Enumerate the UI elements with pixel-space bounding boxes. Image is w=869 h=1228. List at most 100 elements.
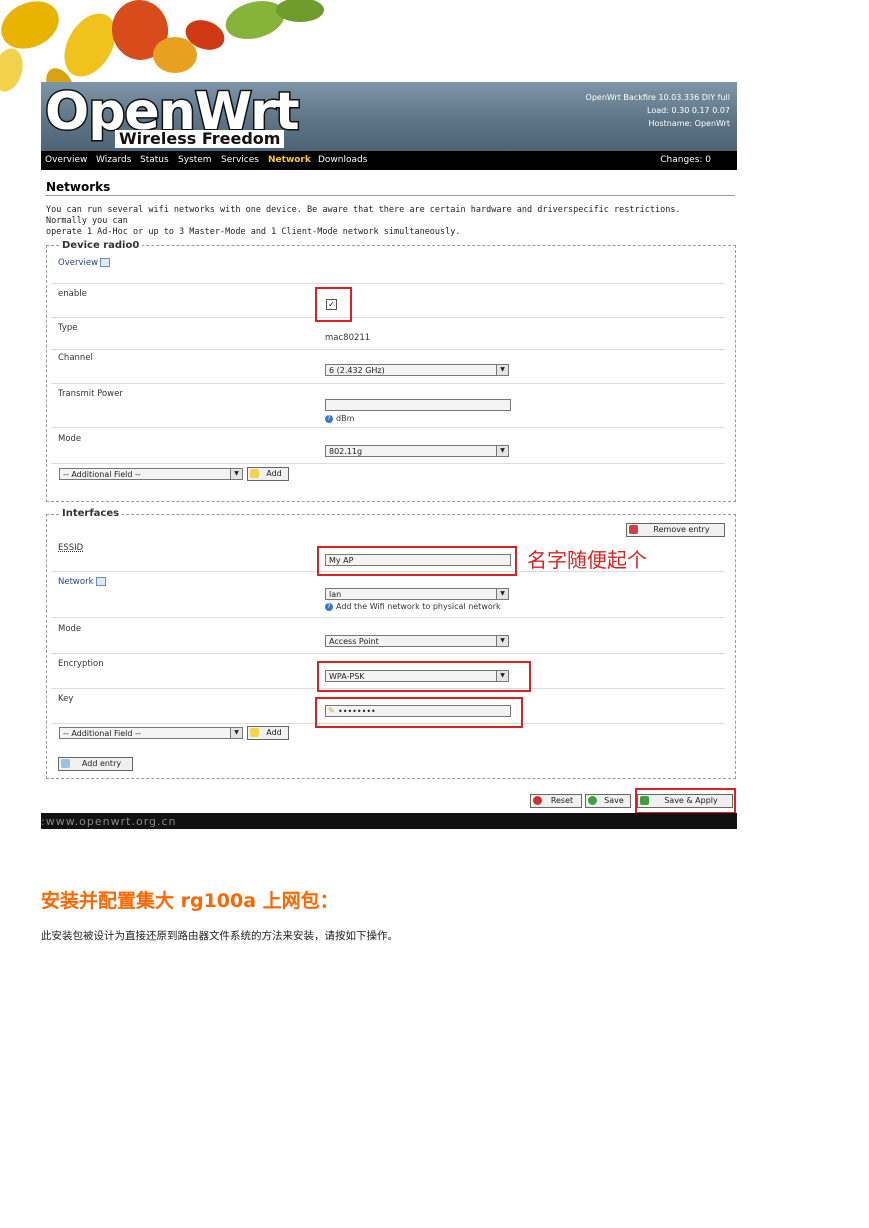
row-network: Network lan ▼ ? Add the Wifi network to ph… — [51, 572, 725, 618]
txpower-label: Transmit Power — [58, 389, 123, 399]
add-entry-label: Add entry — [81, 759, 122, 768]
changes-counter[interactable]: Changes: 0 — [660, 155, 711, 165]
footer-url: :www.openwrt.org.cn — [41, 815, 177, 828]
reset-icon — [533, 796, 542, 805]
nav-services[interactable]: Services — [221, 155, 259, 165]
title-divider — [45, 195, 735, 196]
enable-label: enable — [58, 289, 87, 299]
add-icon — [250, 469, 259, 478]
chevron-down-icon: ▼ — [496, 636, 508, 646]
key-label: Key — [58, 694, 74, 704]
network-link[interactable]: Network — [58, 577, 106, 587]
network-value: lan — [329, 590, 342, 599]
hostname: Hostname: OpenWrt — [648, 119, 730, 128]
highlight-encryption — [317, 661, 531, 692]
row-if-mode: Mode Access Point ▼ — [51, 618, 725, 654]
save-icon — [588, 796, 597, 805]
intro-line-1: You can run several wifi networks with o… — [46, 205, 681, 226]
if-mode-label: Mode — [58, 624, 82, 634]
nav-wizards[interactable]: Wizards — [96, 155, 131, 165]
channel-value: 6 (2.432 GHz) — [329, 366, 385, 375]
nav-downloads[interactable]: Downloads — [318, 155, 367, 165]
chevron-down-icon: ▼ — [496, 589, 508, 599]
add-entry-icon — [61, 759, 70, 768]
if-add-button[interactable]: Add — [247, 726, 289, 740]
channel-label: Channel — [58, 353, 93, 363]
highlight-key — [315, 697, 523, 728]
help-icon: ? — [325, 602, 333, 611]
openwrt-screenshot: OpenWrt Wireless Freedom OpenWrt Backfir… — [41, 82, 737, 829]
highlight-essid — [317, 546, 517, 576]
highlight-save-apply — [635, 788, 736, 814]
remove-entry-label: Remove entry — [653, 525, 710, 534]
openwrt-header: OpenWrt Wireless Freedom OpenWrt Backfir… — [41, 82, 737, 151]
chevron-down-icon: ▼ — [496, 446, 508, 456]
nav-overview[interactable]: Overview — [45, 155, 87, 165]
chevron-down-icon: ▼ — [230, 728, 242, 738]
channel-select[interactable]: 6 (2.432 GHz) ▼ — [325, 364, 509, 376]
txpower-unit: ? dBm — [325, 414, 354, 423]
annotation-text: 名字随便起个 — [527, 548, 647, 572]
additional-field-value: -- Additional Field -- — [63, 470, 141, 479]
network-select[interactable]: lan ▼ — [325, 588, 509, 600]
row-enable: enable ✓ — [51, 284, 725, 318]
intro-line-2: operate 1 Ad-Hoc or up to 3 Master-Mode … — [46, 227, 461, 237]
nav-network[interactable]: Network — [268, 155, 311, 165]
add-icon — [250, 728, 259, 737]
page-intro: You can run several wifi networks with o… — [46, 205, 726, 238]
nav-system[interactable]: System — [178, 155, 212, 165]
row-overview: Overview — [51, 253, 725, 284]
reset-label: Reset — [550, 796, 574, 805]
chevron-down-icon: ▼ — [230, 469, 242, 479]
logo-tagline: Wireless Freedom — [115, 130, 285, 148]
interfaces-legend: Interfaces — [59, 508, 123, 519]
save-label: Save — [604, 796, 624, 805]
footer-bar: :www.openwrt.org.cn — [41, 813, 737, 829]
network-help: ? Add the Wifi network to physical networ… — [325, 602, 501, 611]
device-legend: Device radio0 — [59, 240, 143, 251]
main-nav: Overview Wizards Status System Services … — [41, 151, 737, 170]
doc-heading: 安装并配置集大 rg100a 上网包： — [41, 890, 339, 912]
txpower-input[interactable] — [325, 399, 511, 411]
reset-button[interactable]: Reset — [530, 794, 582, 808]
if-additional-field-select[interactable]: -- Additional Field -- ▼ — [59, 727, 243, 739]
mode-select[interactable]: 802.11g ▼ — [325, 445, 509, 457]
load-average: Load: 0.30 0.17 0.07 — [647, 106, 730, 115]
row-channel: Channel 6 (2.432 GHz) ▼ — [51, 350, 725, 384]
txpower-unit-text: dBm — [336, 414, 355, 423]
if-mode-value: Access Point — [329, 637, 379, 646]
expand-icon — [95, 577, 106, 586]
mode-value: 802.11g — [329, 447, 363, 456]
device-add-button[interactable]: Add — [247, 467, 289, 481]
doc-body-text: 此安装包被设计为直接还原到路由器文件系统的方法来安装，请按如下操作。 — [41, 930, 398, 942]
close-icon — [629, 525, 638, 534]
network-label: Network — [58, 577, 94, 587]
if-additional-field-value: -- Additional Field -- — [63, 729, 141, 738]
row-mode: Mode 802.11g ▼ — [51, 428, 725, 464]
mode-label: Mode — [58, 434, 82, 444]
network-help-text: Add the Wifi network to physical network — [336, 602, 501, 611]
add-button-label: Add — [266, 469, 282, 478]
nav-status[interactable]: Status — [140, 155, 169, 165]
page-title: Networks — [46, 180, 111, 194]
save-button[interactable]: Save — [585, 794, 631, 808]
system-info: OpenWrt Backfire 10.03.336 DIY full Load… — [586, 91, 730, 130]
if-mode-select[interactable]: Access Point ▼ — [325, 635, 509, 647]
expand-icon — [100, 258, 111, 267]
essid-label: ESSID — [58, 543, 84, 553]
overview-label: Overview — [58, 258, 99, 268]
highlight-enable — [315, 287, 352, 322]
type-value: mac80211 — [325, 333, 371, 343]
type-label: Type — [58, 323, 78, 333]
device-additional-field-select[interactable]: -- Additional Field -- ▼ — [59, 468, 243, 480]
firmware-version: OpenWrt Backfire 10.03.336 DIY full — [585, 93, 730, 102]
encryption-label: Encryption — [58, 659, 104, 669]
remove-entry-button[interactable]: Remove entry — [626, 523, 725, 537]
add-entry-button[interactable]: Add entry — [58, 757, 133, 771]
overview-link[interactable]: Overview — [58, 258, 111, 268]
if-add-button-label: Add — [266, 728, 282, 737]
help-icon: ? — [325, 414, 333, 423]
row-txpower: Transmit Power ? dBm — [51, 384, 725, 428]
row-type: Type mac80211 — [51, 318, 725, 350]
chevron-down-icon: ▼ — [496, 365, 508, 375]
